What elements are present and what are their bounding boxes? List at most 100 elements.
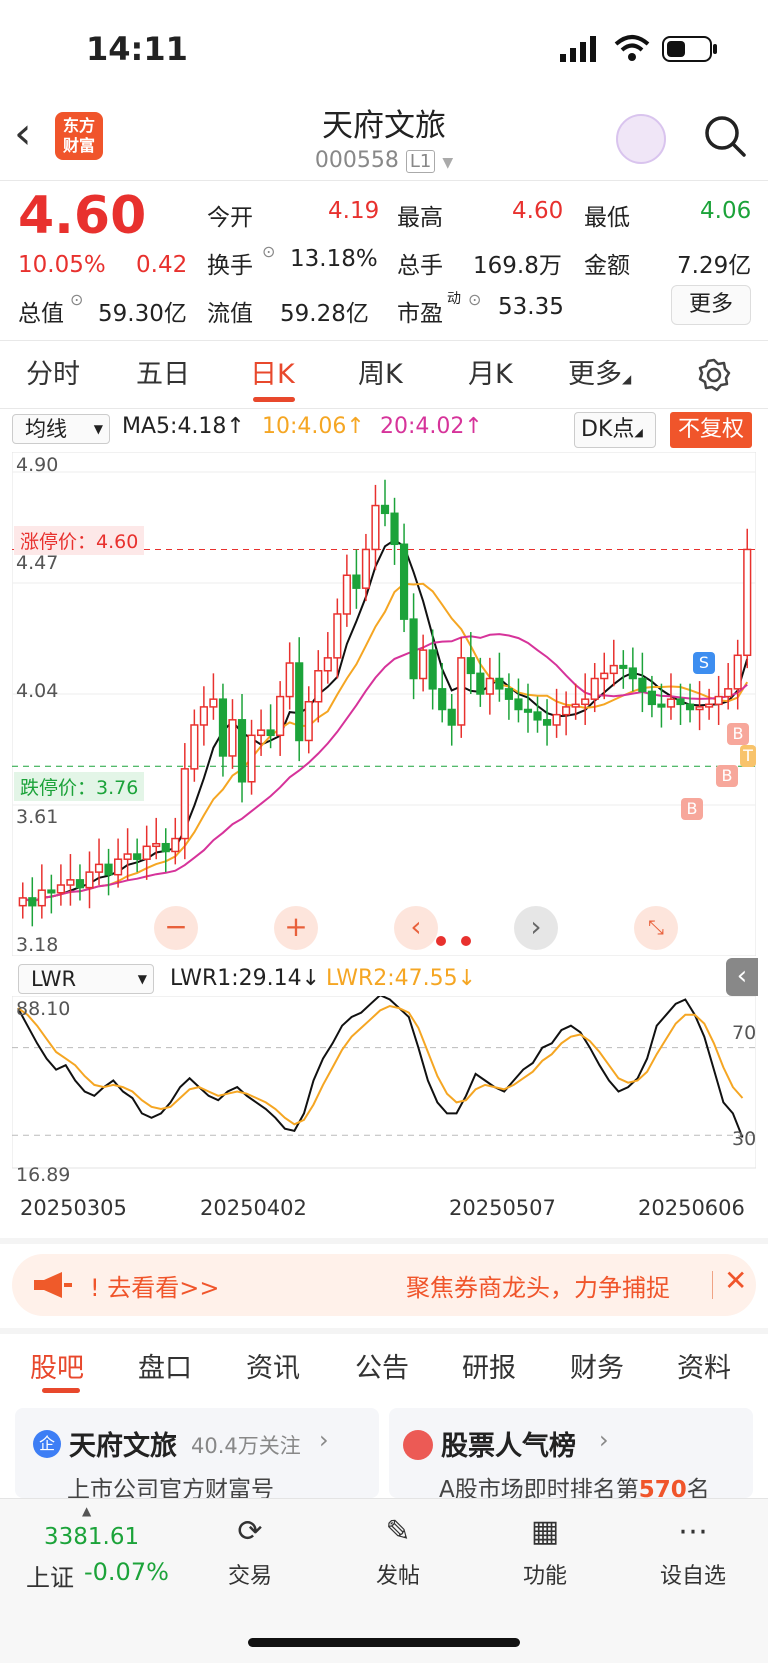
sell-signal-marker[interactable]: S (693, 652, 715, 674)
candle-body (562, 706, 571, 716)
info-icon[interactable]: ⊙ (468, 290, 481, 309)
candle-body (724, 688, 733, 698)
triangle-icon: ◢ (622, 372, 632, 386)
tab-more-label: 更多 (568, 359, 622, 390)
zoom-in-button[interactable]: + (274, 906, 318, 950)
pe-label: 市盈 (397, 301, 443, 327)
adjust-button[interactable]: 不复权 (670, 412, 752, 448)
collapse-panel-icon[interactable]: ‹ (726, 958, 758, 996)
date-label: 20250507 (449, 1196, 556, 1220)
divider (0, 408, 768, 409)
assistant-robot-icon[interactable] (616, 114, 666, 164)
zoom-out-button[interactable]: − (154, 906, 198, 950)
low-value: 4.06 (700, 198, 752, 224)
tab-announcements[interactable]: 公告 (355, 1346, 409, 1385)
float-value: 59.28亿 (280, 301, 369, 327)
settings-gear-icon[interactable] (697, 358, 731, 392)
lwr-axis-label: 16.89 (16, 1164, 71, 1186)
tab-five-day[interactable]: 五日 (136, 352, 190, 391)
candle-body (666, 698, 676, 708)
company-card-follow: 40.4万关注 (191, 1434, 301, 1458)
tab-profile[interactable]: 资料 (677, 1346, 731, 1385)
price-axis-label: 3.61 (16, 806, 59, 828)
candle-body (142, 845, 151, 860)
info-icon[interactable]: ⊙ (262, 242, 275, 261)
nav-post[interactable]: ✎ 发帖 (353, 1512, 443, 1590)
candle-body (504, 688, 514, 700)
stock-code-text: 000558 (314, 148, 399, 173)
more-circle-icon: ⋯ (678, 1514, 708, 1549)
candle-body (18, 897, 27, 907)
price-axis-label: 4.47 (16, 552, 59, 574)
tab-forum[interactable]: 股吧 (30, 1346, 84, 1385)
banner-headline: 聚焦券商龙头，力争捕捉 (406, 1274, 670, 1302)
section-divider (0, 1328, 768, 1334)
amount-label: 金额 (584, 253, 630, 279)
lwr-select[interactable]: LWR ▼ (18, 964, 154, 994)
nav-add-watchlist[interactable]: ⋯ 设自选 (648, 1512, 738, 1590)
dk-label: DK点 (581, 417, 635, 442)
fullscreen-icon[interactable]: ⤡ (634, 906, 678, 950)
date-label: 20250606 (638, 1196, 745, 1220)
nav-trade[interactable]: ⟳ 交易 (205, 1512, 295, 1590)
candle-body (218, 698, 228, 757)
nav-function-label: 功能 (522, 1564, 567, 1589)
lwr-chart[interactable] (12, 996, 756, 1192)
tab-research[interactable]: 研报 (462, 1346, 516, 1385)
buy-signal-marker[interactable]: B (716, 765, 738, 787)
lwr-select-label: LWR (31, 967, 77, 991)
banner-link[interactable]: ! 去看看>> (90, 1268, 219, 1303)
tab-intraday[interactable]: 分时 (26, 352, 80, 391)
nav-function[interactable]: ▦ 功能 (500, 1512, 590, 1590)
mktcap-value: 59.30亿 (98, 301, 187, 327)
search-icon[interactable] (703, 114, 747, 158)
popularity-card[interactable]: 股票人气榜 › A股市场即时排名第570名 (389, 1408, 753, 1503)
close-icon[interactable]: ✕ (724, 1264, 747, 1297)
tab-orderbook[interactable]: 盘口 (138, 1346, 192, 1385)
tab-finance[interactable]: 财务 (570, 1346, 624, 1385)
candle-body (266, 729, 275, 737)
candle-body (47, 889, 56, 894)
tab-active-underline (253, 397, 295, 402)
candle-body (209, 698, 218, 708)
candle-body (542, 719, 552, 726)
scroll-right-button[interactable]: › (514, 906, 558, 950)
ma-select[interactable]: 均线 ▼ (12, 414, 110, 444)
candle-body (600, 672, 609, 680)
candle-body (342, 574, 351, 615)
chevron-right-icon: › (599, 1426, 609, 1454)
tab-more[interactable]: 更多◢ (568, 352, 631, 391)
buy-signal-marker[interactable]: B (727, 723, 749, 745)
high-label: 最高 (397, 205, 443, 231)
info-icon[interactable]: ⊙ (70, 290, 83, 309)
more-button[interactable]: 更多 (671, 285, 751, 325)
company-card[interactable]: 企 天府文旅 40.4万关注 › 上市公司官方财富号 (15, 1408, 379, 1503)
yuan-cycle-icon: ⟳ (237, 1514, 263, 1549)
page-dot (436, 936, 446, 946)
candle-body (466, 657, 475, 675)
status-bar: 14:11 (0, 0, 768, 96)
mktcap-label: 总值 (18, 301, 64, 327)
candle-body (581, 698, 590, 706)
index-change[interactable]: -0.07% (84, 1558, 169, 1586)
buy-signal-marker[interactable]: B (681, 798, 703, 820)
index-name[interactable]: 上证 (26, 1558, 74, 1593)
tab-news[interactable]: 资讯 (246, 1346, 300, 1385)
t-signal-marker[interactable]: T (740, 745, 756, 767)
lwr1-line (17, 996, 744, 1138)
tab-monthly-k[interactable]: 月K (468, 352, 513, 391)
candle-body (304, 700, 313, 742)
grid-icon: ▦ (530, 1514, 560, 1549)
home-indicator (248, 1638, 520, 1647)
ma-select-label: 均线 (25, 417, 67, 441)
ranking-chart-icon (403, 1430, 433, 1460)
tab-weekly-k[interactable]: 周K (358, 352, 403, 391)
candle-body (438, 688, 447, 711)
promo-banner[interactable]: ! 去看看>> 聚焦券商龙头，力争捕捉 ✕ (12, 1254, 756, 1316)
tab-daily-k[interactable]: 日K (250, 352, 295, 391)
scroll-left-button[interactable]: ‹ (394, 906, 438, 950)
candle-body (66, 879, 75, 886)
index-value[interactable]: 3381.61 (44, 1524, 139, 1550)
dk-point-select[interactable]: DK点◢ (574, 412, 656, 448)
divider (0, 180, 768, 181)
